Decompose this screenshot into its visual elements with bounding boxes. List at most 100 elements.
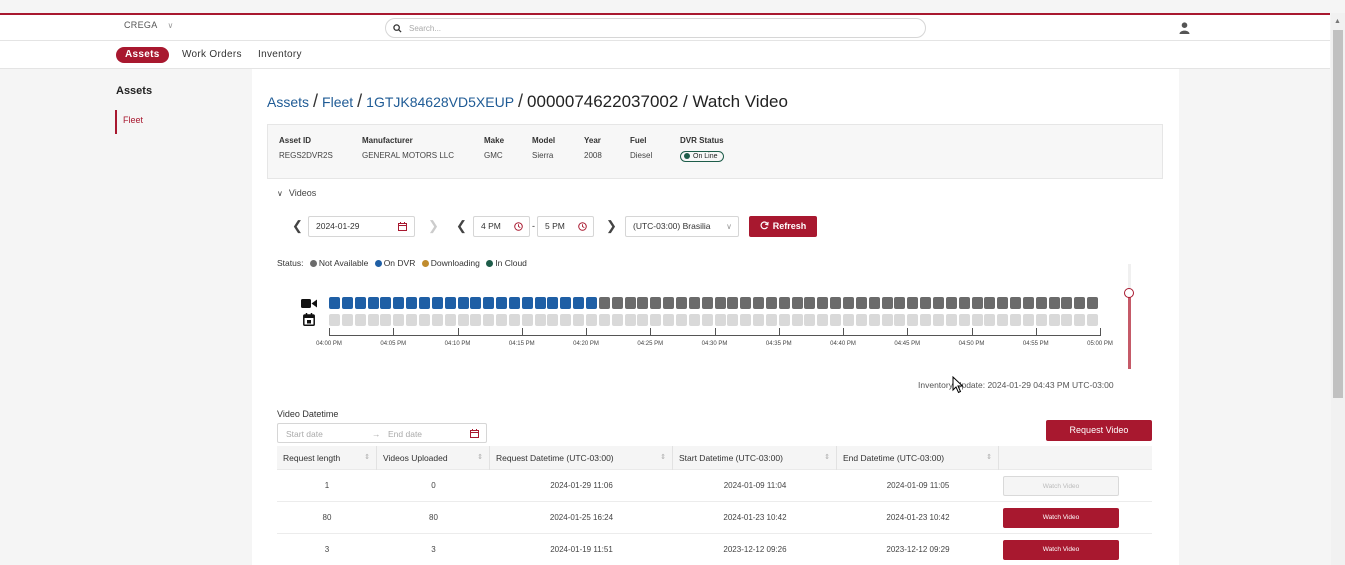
company-selector[interactable]: CREGA ∨ bbox=[124, 20, 174, 30]
timeline-slot-not-available[interactable] bbox=[740, 297, 752, 309]
watch-video-button[interactable]: Watch Video bbox=[1003, 540, 1119, 560]
start-time-picker[interactable]: 4 PM bbox=[473, 216, 530, 237]
col-end-datetime[interactable]: End Datetime (UTC-03:00) ⇕ bbox=[837, 446, 999, 470]
timeline-slot-not-available[interactable] bbox=[907, 297, 919, 309]
timeline-slot-not-available[interactable] bbox=[1087, 297, 1099, 309]
scrollbar-thumb[interactable] bbox=[1333, 30, 1343, 398]
watch-video-button[interactable]: Watch Video bbox=[1003, 508, 1119, 528]
timeline-slot-not-available[interactable] bbox=[663, 297, 675, 309]
timeline-slot-on-dvr[interactable] bbox=[496, 297, 508, 309]
request-video-button[interactable]: Request Video bbox=[1046, 420, 1152, 441]
search-box[interactable] bbox=[385, 18, 926, 38]
sort-icon[interactable]: ⇕ bbox=[660, 446, 666, 470]
timeline-slot-not-available[interactable] bbox=[727, 297, 739, 309]
timeline-slot-not-available[interactable] bbox=[855, 297, 867, 309]
timeline-slot-not-available[interactable] bbox=[1061, 297, 1073, 309]
timeline-slot-not-available[interactable] bbox=[817, 297, 829, 309]
refresh-button[interactable]: Refresh bbox=[749, 216, 817, 237]
videos-section-toggle[interactable]: ∨ Videos bbox=[277, 188, 316, 198]
next-date-arrow-icon[interactable]: ❯ bbox=[428, 215, 439, 236]
timeline-slot-not-available[interactable] bbox=[881, 297, 893, 309]
timeline-slot-not-available[interactable] bbox=[830, 297, 842, 309]
timeline-slot-not-available[interactable] bbox=[778, 297, 790, 309]
sort-icon[interactable]: ⇕ bbox=[824, 446, 830, 470]
col-request-datetime[interactable]: Request Datetime (UTC-03:00) ⇕ bbox=[490, 446, 673, 470]
search-input[interactable] bbox=[409, 21, 909, 35]
timeline-slot-not-available[interactable] bbox=[688, 297, 700, 309]
start-date-input[interactable]: Start date bbox=[286, 429, 323, 439]
sort-icon[interactable]: ⇕ bbox=[364, 446, 370, 470]
nav-work-orders[interactable]: Work Orders bbox=[182, 47, 242, 63]
page-scrollbar[interactable]: ▲ bbox=[1331, 13, 1345, 565]
timeline-slot-not-available[interactable] bbox=[1010, 297, 1022, 309]
timeline-slot-not-available[interactable] bbox=[753, 297, 765, 309]
timeline-slot-not-available[interactable] bbox=[1022, 297, 1034, 309]
timeline-slot-not-available[interactable] bbox=[920, 297, 932, 309]
prev-hour-arrow-icon[interactable]: ❮ bbox=[456, 215, 467, 236]
sort-icon[interactable]: ⇕ bbox=[477, 446, 483, 470]
nav-inventory[interactable]: Inventory bbox=[258, 47, 302, 63]
timezone-select[interactable]: (UTC-03:00) Brasilia ∨ bbox=[625, 216, 739, 237]
timeline-slot-on-dvr[interactable] bbox=[444, 297, 456, 309]
nav-assets[interactable]: Assets bbox=[116, 47, 169, 63]
timeline-slot-not-available[interactable] bbox=[611, 297, 623, 309]
timeline-slot-not-available[interactable] bbox=[945, 297, 957, 309]
timeline-slot-not-available[interactable] bbox=[1074, 297, 1086, 309]
timeline-slot-on-dvr[interactable] bbox=[508, 297, 520, 309]
end-time-picker[interactable]: 5 PM bbox=[537, 216, 594, 237]
timeline-slot-on-dvr[interactable] bbox=[367, 297, 379, 309]
timeline-slot-on-dvr[interactable] bbox=[534, 297, 546, 309]
timeline-slot-not-available[interactable] bbox=[997, 297, 1009, 309]
watch-video-button[interactable]: Watch Video bbox=[1003, 476, 1119, 496]
end-date-input[interactable]: End date bbox=[388, 429, 422, 439]
breadcrumb-vin[interactable]: 1GTJK84628VD5XEUP bbox=[366, 94, 514, 110]
col-videos-uploaded[interactable]: Videos Uploaded ⇕ bbox=[377, 446, 490, 470]
timeline-slot-not-available[interactable] bbox=[637, 297, 649, 309]
zoom-slider-handle[interactable] bbox=[1124, 288, 1134, 298]
date-range-picker[interactable]: Start date → End date bbox=[277, 423, 487, 443]
timeline-slot-not-available[interactable] bbox=[932, 297, 944, 309]
timeline-slot-on-dvr[interactable] bbox=[431, 297, 443, 309]
timeline-slot-not-available[interactable] bbox=[714, 297, 726, 309]
zoom-slider[interactable] bbox=[1124, 264, 1134, 369]
timeline-slot-on-dvr[interactable] bbox=[483, 297, 495, 309]
timeline-slot-on-dvr[interactable] bbox=[393, 297, 405, 309]
timeline-slot-not-available[interactable] bbox=[624, 297, 636, 309]
timeline-slot-on-dvr[interactable] bbox=[380, 297, 392, 309]
timeline-slot-not-available[interactable] bbox=[971, 297, 983, 309]
timeline-slot-on-dvr[interactable] bbox=[573, 297, 585, 309]
timeline-slot-not-available[interactable] bbox=[791, 297, 803, 309]
sidebar-item-fleet[interactable]: Fleet bbox=[115, 110, 143, 134]
date-picker[interactable]: 2024-01-29 bbox=[308, 216, 415, 237]
timeline-slot-not-available[interactable] bbox=[843, 297, 854, 309]
timeline-slot-not-available[interactable] bbox=[650, 297, 662, 309]
timeline-slot-not-available[interactable] bbox=[675, 297, 687, 309]
timeline-slot-not-available[interactable] bbox=[1035, 297, 1047, 309]
timeline-slot-not-available[interactable] bbox=[1048, 297, 1060, 309]
timeline-slot-on-dvr[interactable] bbox=[406, 297, 418, 309]
user-icon[interactable] bbox=[1179, 21, 1190, 39]
breadcrumb-fleet[interactable]: Fleet bbox=[322, 94, 353, 110]
timeline-slot-not-available[interactable] bbox=[868, 297, 880, 309]
timeline-slot-on-dvr[interactable] bbox=[457, 297, 469, 309]
timeline-slot-on-dvr[interactable] bbox=[470, 297, 482, 309]
timeline-slot-not-available[interactable] bbox=[765, 297, 777, 309]
prev-date-arrow-icon[interactable]: ❮ bbox=[292, 215, 303, 236]
col-start-datetime[interactable]: Start Datetime (UTC-03:00) ⇕ bbox=[673, 446, 837, 470]
timeline-slot-not-available[interactable] bbox=[958, 297, 970, 309]
breadcrumb-assets[interactable]: Assets bbox=[267, 94, 309, 110]
scroll-up-arrow-icon[interactable]: ▲ bbox=[1334, 18, 1341, 25]
timeline-slot-not-available[interactable] bbox=[701, 297, 713, 309]
timeline-slot-not-available[interactable] bbox=[804, 297, 816, 309]
timeline-slot-on-dvr[interactable] bbox=[354, 297, 366, 309]
timeline-slot-not-available[interactable] bbox=[598, 297, 610, 309]
sort-icon[interactable]: ⇕ bbox=[986, 446, 992, 470]
timeline-slot-not-available[interactable] bbox=[984, 297, 996, 309]
timeline-slot-on-dvr[interactable] bbox=[547, 297, 559, 309]
timeline-slot-on-dvr[interactable] bbox=[329, 297, 340, 309]
timeline-slot-on-dvr[interactable] bbox=[521, 297, 533, 309]
timeline-slot-on-dvr[interactable] bbox=[341, 297, 353, 309]
next-hour-arrow-icon[interactable]: ❯ bbox=[606, 215, 617, 236]
timeline-slot-not-available[interactable] bbox=[894, 297, 906, 309]
col-request-length[interactable]: Request length ⇕ bbox=[277, 446, 377, 470]
